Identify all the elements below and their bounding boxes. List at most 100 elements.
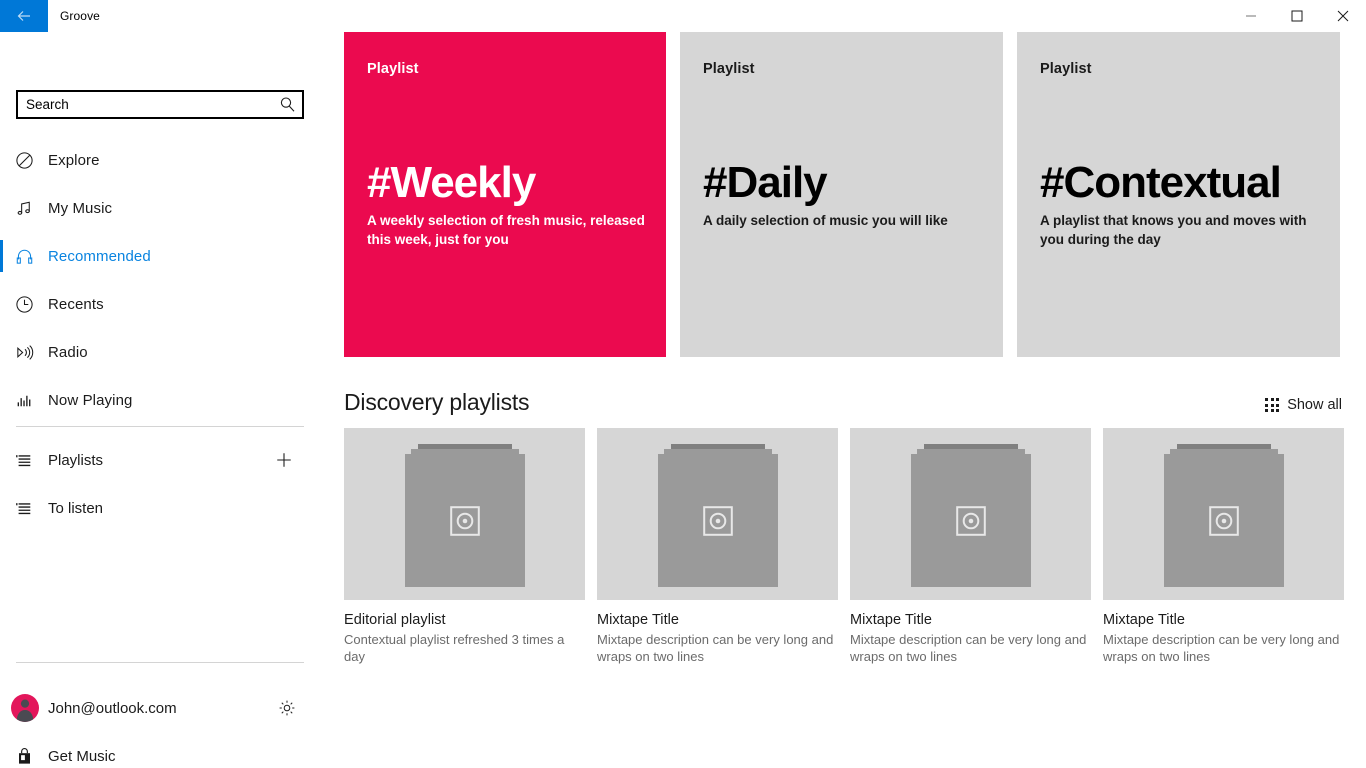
add-playlist-button[interactable] (268, 436, 300, 484)
playlist-icon (0, 484, 48, 532)
show-all-label: Show all (1287, 397, 1342, 413)
disc-glyph-icon (955, 505, 986, 536)
app-title: Groove (60, 9, 100, 23)
sidebar-item-radio[interactable]: Radio (0, 328, 320, 376)
page-title: Discovery playlists (344, 389, 530, 415)
account-row[interactable]: John@outlook.com (0, 684, 320, 732)
primary-navigation: Explore My Music Recommended Recents Rad… (0, 136, 320, 424)
search-input[interactable] (18, 92, 272, 117)
hero-card-weekly[interactable]: Playlist #Weekly A weekly selection of f… (344, 32, 666, 357)
sidebar-item-now-playing[interactable]: Now Playing (0, 376, 320, 424)
minimize-icon (1246, 15, 1256, 17)
search-icon (280, 97, 294, 112)
get-music-label: Get Music (48, 747, 116, 765)
search-button[interactable] (272, 92, 302, 117)
album-thumbnail[interactable] (1103, 428, 1344, 600)
disc-glyph-icon (1208, 505, 1239, 536)
album-placeholder-icon (657, 444, 778, 587)
card-title: Mixtape Title (850, 612, 933, 628)
hero-kicker: Playlist (1040, 61, 1092, 77)
list-item[interactable]: Mixtape Title Mixtape description can be… (850, 428, 1091, 665)
hero-title: #Contextual (1040, 158, 1282, 207)
hero-card-contextual[interactable]: Playlist #Contextual A playlist that kno… (1017, 32, 1340, 357)
album-thumbnail[interactable] (344, 428, 585, 600)
avatar (11, 694, 39, 722)
gear-icon (279, 700, 295, 716)
grid-dots-icon (1265, 398, 1280, 412)
sidebar-item-label: Explore (48, 151, 100, 169)
user-avatar-icon (16, 699, 34, 722)
album-placeholder-icon (1163, 444, 1284, 587)
sidebar-item-recommended[interactable]: Recommended (0, 232, 320, 280)
disc-glyph-icon (449, 505, 480, 536)
section-header: Discovery playlists Show all (344, 389, 1342, 416)
close-icon (1337, 10, 1349, 22)
hero-title: #Weekly (367, 158, 536, 207)
explore-icon (0, 136, 48, 184)
equalizer-bars-icon (0, 376, 48, 424)
card-description: Mixtape description can be very long and… (1103, 632, 1340, 664)
sidebar-item-label: Recommended (48, 247, 151, 265)
hero-kicker: Playlist (703, 61, 755, 77)
hero-cards: Playlist #Weekly A weekly selection of f… (344, 32, 1340, 357)
card-title: Mixtape Title (1103, 612, 1186, 628)
card-description: Contextual playlist refreshed 3 times a … (344, 632, 565, 664)
hero-kicker: Playlist (367, 61, 419, 77)
hero-body: #Contextual A playlist that knows you an… (1040, 160, 1322, 250)
sidebar-item-label: Recents (48, 295, 104, 313)
account-email: John@outlook.com (48, 699, 177, 717)
sidebar-item-label: Now Playing (48, 391, 133, 409)
selection-indicator (0, 240, 3, 272)
card-description: Mixtape description can be very long and… (850, 632, 1087, 664)
maximize-button[interactable] (1274, 0, 1320, 32)
sidebar-item-to-listen[interactable]: To listen (0, 484, 320, 532)
back-arrow-icon (17, 11, 30, 21)
list-item[interactable]: Mixtape Title Mixtape description can be… (597, 428, 838, 665)
sidebar-item-label: To listen (48, 499, 104, 517)
search-box[interactable] (16, 90, 304, 119)
sidebar-item-my-music[interactable]: My Music (0, 184, 320, 232)
settings-button[interactable] (271, 684, 303, 732)
list-item[interactable]: Mixtape Title Mixtape description can be… (1103, 428, 1344, 665)
close-button[interactable] (1320, 0, 1366, 32)
hero-description: A weekly selection of fresh music, relea… (367, 213, 645, 248)
disc-glyph-icon (702, 505, 733, 536)
album-thumbnail[interactable] (850, 428, 1091, 600)
sidebar-item-label: Radio (48, 343, 88, 361)
clock-icon (0, 280, 48, 328)
album-placeholder-icon (404, 444, 525, 587)
main-content: Playlist #Weekly A weekly selection of f… (320, 32, 1366, 768)
sidebar-item-label: Playlists (48, 451, 104, 469)
card-description: Mixtape description can be very long and… (597, 632, 834, 664)
maximize-icon (1291, 10, 1303, 22)
minimize-button[interactable] (1228, 0, 1274, 32)
hero-card-daily[interactable]: Playlist #Daily A daily selection of mus… (680, 32, 1003, 357)
album-thumbnail[interactable] (597, 428, 838, 600)
playlist-group: Playlists To listen (0, 436, 320, 532)
sidebar-item-playlists[interactable]: Playlists (0, 436, 320, 484)
discovery-playlist-grid: Editorial playlist Contextual playlist r… (344, 428, 1344, 665)
music-note-icon (0, 184, 48, 232)
get-music-row[interactable]: Get Music (0, 732, 320, 768)
headphones-icon (0, 232, 48, 280)
radio-broadcast-icon (0, 328, 48, 376)
sidebar-divider (16, 662, 304, 663)
window-controls (1228, 0, 1366, 32)
card-title: Mixtape Title (597, 612, 680, 628)
store-bag-icon (0, 732, 48, 768)
title-bar: Groove (0, 0, 1366, 32)
list-item[interactable]: Editorial playlist Contextual playlist r… (344, 428, 585, 665)
sidebar-divider (16, 426, 304, 427)
hero-description: A playlist that knows you and moves with… (1040, 213, 1307, 248)
sidebar-item-explore[interactable]: Explore (0, 136, 320, 184)
hero-body: #Daily A daily selection of music you wi… (703, 160, 985, 230)
show-all-button[interactable]: Show all (1265, 397, 1342, 416)
card-title: Editorial playlist (344, 612, 446, 628)
hero-title: #Daily (703, 158, 828, 207)
hamburger-menu-button[interactable] (10, 44, 54, 84)
titlebar-drag-area (100, 0, 1228, 32)
back-button[interactable] (0, 0, 48, 32)
hero-body: #Weekly A weekly selection of fresh musi… (367, 160, 648, 250)
sidebar-item-recents[interactable]: Recents (0, 280, 320, 328)
playlist-icon (0, 436, 48, 484)
